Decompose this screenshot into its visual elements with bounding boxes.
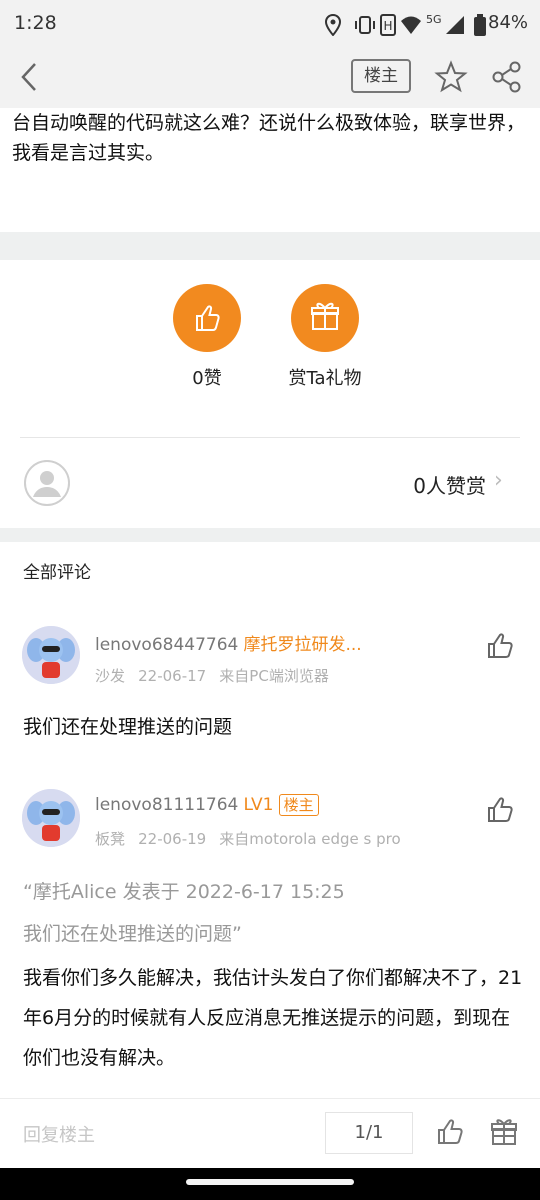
status-time: 1:28 (14, 12, 57, 34)
comment-source: 来自motorola edge s pro (219, 830, 401, 848)
comment-floor: 沙发 (95, 667, 126, 685)
comment-floor: 板凳 (95, 830, 126, 848)
comment-source: 来自PC端浏览器 (219, 667, 329, 685)
comment-date: 22-06-17 (138, 667, 207, 685)
section-separator (0, 528, 540, 542)
page-indicator[interactable]: 1/1 (325, 1112, 413, 1154)
avatar[interactable] (22, 789, 80, 847)
elephant-avatar-icon (22, 626, 80, 684)
reply-input[interactable]: 回复楼主 (23, 1121, 95, 1147)
battery-percent: 84% (488, 12, 529, 33)
chevron-right-icon[interactable]: › (494, 468, 503, 493)
home-gesture-handle[interactable] (186, 1179, 354, 1185)
comment-author-row: lenovo68447764 摩托罗拉研发... (95, 630, 362, 655)
avatar[interactable] (22, 626, 80, 684)
default-user-icon (24, 460, 70, 506)
comment-author-row: lenovo81111764 LV1 楼主 (95, 794, 319, 816)
quoted-text-line: “摩托Alice 发表于 2022-6-17 15:25 (23, 881, 345, 903)
h-signal-icon: H (380, 14, 396, 36)
like-button[interactable] (173, 284, 241, 352)
gift-icon[interactable] (490, 1118, 518, 1146)
thumbs-up-icon (196, 305, 220, 331)
view-owner-only-button[interactable]: 楼主 (351, 59, 411, 93)
vibrate-icon (355, 16, 375, 34)
gift-button[interactable] (291, 284, 359, 352)
section-separator (0, 232, 540, 260)
user-level-badge: LV1 (243, 795, 274, 815)
owner-tag: 楼主 (278, 794, 319, 816)
back-icon[interactable] (18, 62, 42, 92)
gift-icon (311, 302, 339, 330)
comment-text: 我看你们多久能解决，我估计头发白了你们都解决不了，21年6月分的时候就有人反应消… (23, 967, 523, 1069)
all-comments-header: 全部评论 (23, 563, 91, 583)
location-icon (324, 14, 342, 36)
user-rank-badge: 摩托罗拉研发... (243, 635, 362, 655)
divider (20, 437, 520, 438)
post-body-text: 台自动唤醒的代码就这么难？还说什么极致体验，联享世界，我看是言过其实。 (12, 112, 526, 164)
network-type: 5G (426, 13, 442, 26)
quoted-text-line: 我们还在处理推送的问题” (23, 923, 242, 945)
comment-meta: 板凳 22-06-19 来自motorola edge s pro (95, 828, 401, 849)
thumbs-up-icon[interactable] (436, 1118, 466, 1146)
gift-label: 赏Ta礼物 (288, 368, 362, 389)
reward-avatar-placeholder (24, 460, 70, 506)
reward-count[interactable]: 0人赞赏 (380, 470, 486, 499)
comment-date: 22-06-19 (138, 830, 207, 848)
cell-signal-icon (446, 16, 464, 34)
comment-meta: 沙发 22-06-17 来自PC端浏览器 (95, 665, 329, 686)
battery-icon (474, 14, 486, 36)
favorite-star-icon[interactable] (434, 60, 468, 94)
like-count-label: 0赞 (192, 368, 222, 389)
wifi-icon (401, 16, 421, 34)
comment-like-icon[interactable] (486, 796, 516, 824)
comment-username[interactable]: lenovo81111764 (95, 795, 238, 815)
share-icon[interactable] (490, 60, 524, 94)
elephant-avatar-icon (22, 789, 80, 847)
comment-username[interactable]: lenovo68447764 (95, 635, 238, 655)
svg-text:H: H (383, 19, 392, 33)
comment-text: 我们还在处理推送的问题 (23, 716, 233, 738)
comment-like-icon[interactable] (486, 632, 516, 660)
